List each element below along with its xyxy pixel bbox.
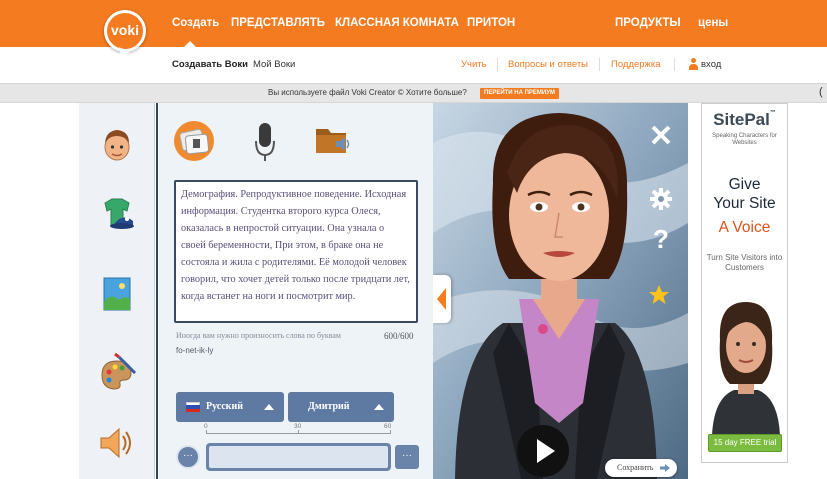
arrow-right-icon xyxy=(660,464,670,472)
subnav-my-voki[interactable]: Мой Воки xyxy=(253,59,295,70)
playback-scale: 0 30 60 xyxy=(204,423,392,437)
ad-brand: SitePal™ xyxy=(702,110,787,130)
nav-create[interactable]: Создать xyxy=(172,17,219,29)
voki-logo[interactable]: voki xyxy=(104,10,146,52)
voice-select[interactable]: Дмитрий xyxy=(288,392,394,422)
voice-select-label: Дмитрий xyxy=(308,401,350,412)
character-stage: ? Сохранить xyxy=(433,103,688,479)
ad-headline-line2: Your Site xyxy=(713,195,776,212)
microphone-icon[interactable] xyxy=(253,121,277,165)
character-counter: 600/600 xyxy=(384,331,414,341)
audio-timeline-slider[interactable] xyxy=(206,443,391,471)
subnav-divider xyxy=(599,58,600,71)
play-button[interactable] xyxy=(517,425,569,477)
ad-trademark: ™ xyxy=(769,110,776,116)
scale-tick xyxy=(390,430,391,434)
text-to-speech-icon[interactable] xyxy=(172,119,216,163)
subnav-faq-link[interactable]: Вопросы и ответы xyxy=(508,59,588,70)
ad-trial-badge[interactable]: 15 day FREE trial xyxy=(708,434,782,452)
gear-icon[interactable] xyxy=(649,187,673,211)
save-button-label: Сохранить xyxy=(617,463,654,472)
language-select[interactable]: Русский xyxy=(176,392,284,422)
more-options-right-button[interactable]: ··· xyxy=(395,445,419,469)
help-icon[interactable]: ? xyxy=(653,225,673,253)
folder-audio-icon[interactable] xyxy=(314,123,354,159)
subnav-learn-link[interactable]: Учить xyxy=(461,59,487,70)
spelling-hint: Иногда вам нужно произносить слова по бу… xyxy=(176,331,341,340)
ad-brand-name: SitePal xyxy=(713,110,770,129)
voki-editor-page: Создать ПРЕДСТАВЛЯТЬ КЛАССНАЯ КОМНАТА ПР… xyxy=(0,0,827,479)
palette-icon[interactable] xyxy=(97,352,137,393)
user-icon xyxy=(689,58,698,70)
subnav-divider xyxy=(497,58,498,71)
scale-label-mid: 30 xyxy=(294,423,302,430)
scale-label-end: 60 xyxy=(384,423,392,430)
ad-headline: Give Your Site xyxy=(702,175,787,213)
timeline-track xyxy=(209,446,388,468)
scale-tick xyxy=(298,430,299,434)
voice-editor-panel: Демография. Репродуктивное поведение. Ис… xyxy=(156,103,433,479)
nav-pricing[interactable]: цены xyxy=(698,17,728,29)
star-icon[interactable] xyxy=(647,283,671,307)
ad-headline-line1: Give xyxy=(728,176,761,193)
background-icon[interactable] xyxy=(97,274,137,314)
subnav-divider xyxy=(674,58,675,71)
scale-label-start: 0 xyxy=(204,423,208,430)
subnav-create-voki[interactable]: Создавать Воки xyxy=(172,59,248,70)
character-tools-sidebar xyxy=(79,103,155,479)
login-link[interactable]: вход xyxy=(701,59,721,70)
nav-den[interactable]: ПРИТОН xyxy=(467,17,515,29)
save-button[interactable]: Сохранить xyxy=(605,459,677,477)
go-premium-button[interactable]: ПЕРЕЙТИ НА ПРЕМИУМ xyxy=(480,88,559,99)
chevron-up-icon xyxy=(264,404,274,410)
nav-products[interactable]: ПРОДУКТЫ xyxy=(615,17,681,29)
sitepal-advertisement[interactable]: SitePal™ Speaking Characters for Website… xyxy=(701,103,788,463)
subnav-support-link[interactable]: Поддержка xyxy=(611,59,661,70)
chevron-up-icon xyxy=(374,404,384,410)
collapse-panel-tab[interactable] xyxy=(433,275,451,323)
ad-tagline: Speaking Characters for Websites xyxy=(712,133,777,146)
banner-edge-glyph: ( xyxy=(819,86,823,98)
speaker-icon[interactable] xyxy=(97,423,137,463)
speech-text-input[interactable]: Демография. Репродуктивное поведение. Ис… xyxy=(174,180,418,323)
more-options-left-button[interactable]: ··· xyxy=(176,445,200,469)
premium-banner: Вы используете файл Voki Creator © Хотит… xyxy=(0,83,827,103)
phonetic-example: fo-net-ik-ly xyxy=(176,346,214,355)
ad-spokeswoman-image xyxy=(712,302,780,435)
language-select-label: Русский xyxy=(206,401,243,412)
banner-message: Вы используете файл Voki Creator © Хотит… xyxy=(268,88,467,97)
clothing-icon[interactable] xyxy=(97,195,137,235)
nav-present[interactable]: ПРЕДСТАВЛЯТЬ xyxy=(231,17,325,29)
close-icon[interactable] xyxy=(649,123,673,147)
ad-subtext: Turn Site Visitors into Customers xyxy=(706,253,783,272)
nav-classroom[interactable]: КЛАССНАЯ КОМНАТА xyxy=(335,17,459,29)
ad-headline-accent: A Voice xyxy=(718,219,771,236)
russian-flag-icon xyxy=(186,402,200,412)
scale-tick xyxy=(206,430,207,434)
face-icon[interactable] xyxy=(97,123,137,163)
